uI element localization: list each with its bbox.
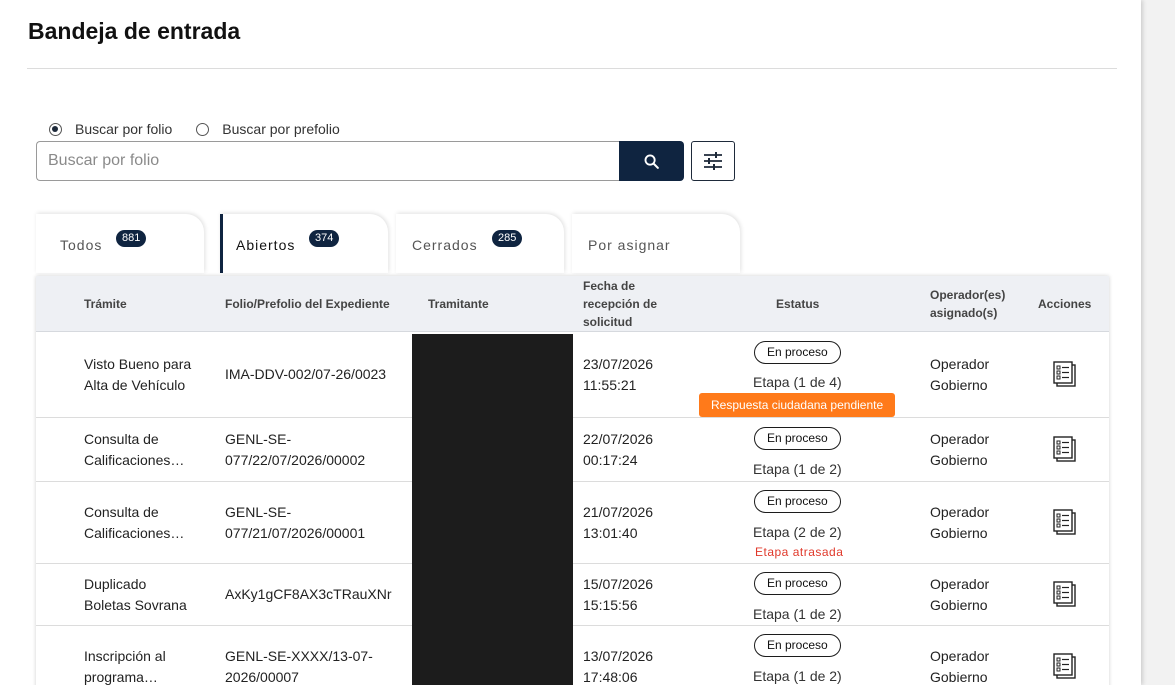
search-mode-radio-group: Buscar por folio Buscar por prefolio xyxy=(49,121,340,137)
search-button[interactable] xyxy=(619,141,684,181)
cell-operador-1: Operador xyxy=(930,576,990,592)
tab-label: Por asignar xyxy=(588,237,671,253)
tramitante-redacted xyxy=(412,334,573,685)
status-badge: En proceso xyxy=(754,427,841,450)
tramite-text: Visto Bueno para Alta de Vehículo xyxy=(84,356,192,393)
title-divider xyxy=(27,68,1117,69)
sliders-icon xyxy=(704,152,722,170)
cell-fecha-date: 13/07/2026 xyxy=(583,648,654,664)
search-bar xyxy=(36,141,684,181)
header-fecha: Fecha de recepción de solicitud xyxy=(583,279,658,329)
tab-por-asignar[interactable]: Por asignar xyxy=(572,214,740,273)
cell-fecha-date: 21/07/2026 xyxy=(583,504,654,520)
radio-selected-icon xyxy=(49,122,62,136)
document-list-icon[interactable] xyxy=(1053,361,1077,387)
cell-operador-1: Operador xyxy=(930,648,990,664)
header-estatus: Estatus xyxy=(776,297,820,311)
pending-response-badge: Respuesta ciudadana pendiente xyxy=(699,393,896,417)
cell-fecha-time: 00:17:24 xyxy=(583,452,638,468)
table-header: Trámite Folio/Prefolio del Expediente Tr… xyxy=(36,276,1109,332)
document-list-icon[interactable] xyxy=(1053,509,1077,535)
etapa-text: Etapa (2 de 2) xyxy=(753,524,842,540)
radio-search-prefolio[interactable]: Buscar por prefolio xyxy=(196,121,340,137)
cell-tramite: Inscripción al programa Certificado xyxy=(84,646,194,685)
header-folio: Folio/Prefolio del Expediente xyxy=(225,297,390,311)
header-operador: Operador(es) asignado(s) xyxy=(930,288,1006,320)
cell-folio: AxKy1gCF8AX3cTRauXNr xyxy=(225,586,392,602)
status-badge: En proceso xyxy=(754,634,841,657)
cell-folio: IMA-DDV-002/07-26/0023 xyxy=(225,366,387,382)
tab-abiertos[interactable]: Abiertos 374 xyxy=(220,214,388,273)
tab-count-badge: 881 xyxy=(116,230,147,247)
radio-unselected-icon xyxy=(196,122,210,136)
page-title: Bandeja de entrada xyxy=(28,18,241,44)
tab-cerrados[interactable]: Cerrados 285 xyxy=(396,214,564,273)
cell-operador-1: Operador xyxy=(930,356,990,372)
cell-folio: GENL-SE-XXXX/13-07-2026/00007 xyxy=(225,648,373,685)
status-badge: En proceso xyxy=(754,341,841,364)
cell-operador-2: Gobierno xyxy=(930,597,988,613)
header-tramite: Trámite xyxy=(84,297,127,311)
cell-fecha-time: 15:15:56 xyxy=(583,597,638,613)
cell-fecha-time: 17:48:06 xyxy=(583,669,638,685)
requests-table: Trámite Folio/Prefolio del Expediente Tr… xyxy=(36,276,1109,685)
cell-tramite: Duplicado Boletas Sovrana xyxy=(84,574,194,616)
radio-label-folio: Buscar por folio xyxy=(75,121,173,137)
etapa-text: Etapa (1 de 2) xyxy=(753,668,842,684)
filter-button[interactable] xyxy=(691,141,735,181)
cell-fecha-date: 23/07/2026 xyxy=(583,356,654,372)
cell-fecha-time: 13:01:40 xyxy=(583,525,638,541)
late-stage-warning: Etapa atrasada xyxy=(755,545,844,559)
radio-search-folio[interactable]: Buscar por folio xyxy=(49,121,172,137)
cell-tramite: Consulta de Calificaciones Escolares xyxy=(84,502,194,544)
cell-operador-1: Operador xyxy=(930,504,990,520)
document-list-icon[interactable] xyxy=(1053,436,1077,462)
tramite-text: Inscripción al programa Certificado xyxy=(84,648,166,685)
tramite-text: Consulta de Calificaciones Escolares xyxy=(84,431,171,468)
cell-fecha-time: 11:55:21 xyxy=(583,377,637,393)
etapa-text: Etapa (1 de 2) xyxy=(753,606,842,622)
cell-tramite: Consulta de Calificaciones Escolares xyxy=(84,429,194,471)
tab-count-badge: 374 xyxy=(309,230,340,247)
cell-fecha-date: 15/07/2026 xyxy=(583,576,654,592)
header-acciones: Acciones xyxy=(1038,297,1092,311)
cell-fecha-date: 22/07/2026 xyxy=(583,431,654,447)
document-list-icon[interactable] xyxy=(1053,581,1077,607)
status-badge: En proceso xyxy=(754,572,841,595)
cell-tramite: Visto Bueno para Alta de Vehículo xyxy=(84,354,194,396)
cell-operador-2: Gobierno xyxy=(930,525,988,541)
tab-label: Cerrados xyxy=(412,237,478,253)
radio-label-prefolio: Buscar por prefolio xyxy=(222,121,340,137)
cell-operador-2: Gobierno xyxy=(930,669,988,685)
search-icon xyxy=(644,154,659,169)
cell-folio: GENL-SE-077/21/07/2026/00001 xyxy=(225,504,366,541)
inbox-panel: Bandeja de entrada Buscar por folio Busc… xyxy=(0,0,1141,685)
search-input[interactable] xyxy=(36,141,619,181)
cell-operador-2: Gobierno xyxy=(930,452,988,468)
tab-count-badge: 285 xyxy=(492,230,523,247)
tab-todos[interactable]: Todos 881 xyxy=(36,214,204,273)
tramite-text: Consulta de Calificaciones Escolares xyxy=(84,504,171,541)
status-badge: En proceso xyxy=(754,490,841,513)
cell-operador-1: Operador xyxy=(930,431,990,447)
tab-label: Todos xyxy=(60,237,103,253)
document-list-icon[interactable] xyxy=(1053,653,1077,679)
header-tramitante: Tramitante xyxy=(428,297,489,311)
etapa-text: Etapa (1 de 2) xyxy=(753,461,842,477)
tramite-text: Duplicado Boletas Sovrana xyxy=(84,576,187,613)
cell-folio: GENL-SE-077/22/07/2026/00002 xyxy=(225,431,366,468)
cell-operador-2: Gobierno xyxy=(930,377,988,393)
etapa-text: Etapa (1 de 4) xyxy=(753,374,842,390)
tab-label: Abiertos xyxy=(236,237,296,253)
